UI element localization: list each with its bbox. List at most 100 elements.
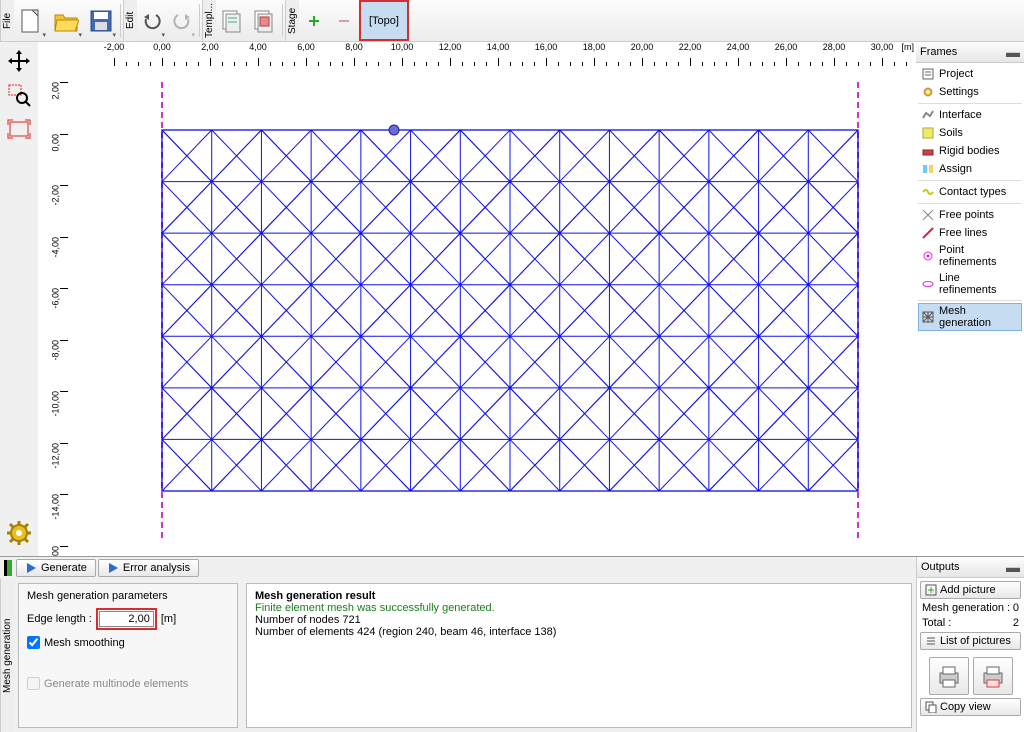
main-toolbar: File ▾ ▾ ▾ Edit ▾ ▾ Templ... Stage [Topo…	[0, 0, 1024, 42]
frames-item[interactable]: Assign	[918, 160, 1022, 178]
frames-panel: Frames ▬ ProjectSettings InterfaceSoilsRi…	[916, 42, 1024, 556]
canvas[interactable]: -2,000,002,004,006,008,0010,0012,0014,00…	[38, 42, 916, 556]
smoothing-checkbox[interactable]: Mesh smoothing	[27, 636, 229, 649]
collapse-frames-icon[interactable]: ▬	[1006, 44, 1020, 60]
params-group: Mesh generation parameters Edge length :…	[18, 583, 238, 728]
outputs-total-label: Total :	[922, 617, 951, 629]
mesh-view	[68, 68, 916, 556]
new-file-button[interactable]: ▾	[14, 0, 48, 41]
generate-button[interactable]: Generate	[16, 559, 96, 577]
add-picture-button[interactable]: Add picture	[920, 581, 1021, 599]
frames-title: Frames	[920, 46, 957, 58]
list-pictures-button[interactable]: List of pictures	[920, 632, 1021, 650]
outputs-header: Outputs ▬	[917, 557, 1024, 578]
remove-stage-button[interactable]	[329, 0, 359, 41]
edge-length-input[interactable]	[99, 611, 154, 627]
frames-item[interactable]: Rigid bodies	[918, 142, 1022, 160]
printer-color-icon	[980, 663, 1006, 689]
result-title: Mesh generation result	[255, 590, 903, 602]
edge-length-unit: [m]	[161, 613, 176, 625]
frames-item[interactable]: Mesh generation	[918, 303, 1022, 331]
lref-icon	[921, 277, 935, 291]
open-file-button[interactable]: ▾	[48, 0, 84, 41]
outputs-mg-value: 0	[1013, 602, 1019, 614]
print-color-button[interactable]	[973, 657, 1013, 695]
result-elements: Number of elements 424 (region 240, beam…	[255, 626, 903, 638]
frames-item[interactable]: Point refinements	[918, 242, 1022, 270]
topo-button[interactable]: [Topo]	[359, 0, 409, 41]
error-analysis-button[interactable]: Error analysis	[98, 559, 199, 577]
bottom-left: Generate Error analysis Mesh generation …	[0, 557, 916, 732]
rigid-icon	[921, 144, 935, 158]
frames-header: Frames ▬	[916, 42, 1024, 63]
ruler-horizontal: -2,000,002,004,006,008,0010,0012,0014,00…	[68, 42, 916, 68]
frames-item[interactable]: Free points	[918, 206, 1022, 224]
save-icon	[89, 9, 113, 33]
result-nodes: Number of nodes 721	[255, 614, 903, 626]
fline-icon	[921, 226, 935, 240]
frames-item[interactable]: Line refinements	[918, 270, 1022, 298]
outputs-total-value: 2	[1013, 617, 1019, 629]
template2-button[interactable]	[248, 0, 280, 41]
settings-tool[interactable]	[4, 518, 34, 548]
outputs-mg-label: Mesh generation :	[922, 602, 1010, 614]
redo-button[interactable]: ▾	[167, 0, 197, 41]
iface-icon	[921, 108, 935, 122]
params-title: Mesh generation parameters	[27, 590, 229, 602]
frames-list: ProjectSettings InterfaceSoilsRigid bodie…	[916, 63, 1024, 556]
template1-button[interactable]	[216, 0, 248, 41]
mesh-icon	[921, 310, 935, 324]
frames-item[interactable]: Soils	[918, 124, 1022, 142]
fit-view-tool[interactable]	[4, 114, 34, 144]
gear-icon	[921, 85, 935, 99]
multinode-checkbox[interactable]: Generate multinode elements	[27, 677, 229, 690]
open-folder-icon	[53, 9, 79, 33]
frames-item[interactable]: Free lines	[918, 224, 1022, 242]
status-flag	[4, 560, 12, 576]
minus-icon	[337, 14, 351, 28]
bottom-area: Generate Error analysis Mesh generation …	[0, 556, 1024, 732]
template-icon	[221, 9, 243, 33]
frames-item[interactable]: Contact types	[918, 183, 1022, 201]
move-icon	[7, 49, 31, 73]
edit-group-label: Edit	[123, 0, 137, 41]
contact-icon	[921, 185, 935, 199]
result-success-text: Finite element mesh was successfully gen…	[255, 602, 903, 614]
play-icon	[107, 562, 119, 574]
fpoint-icon	[921, 208, 935, 222]
add-stage-button[interactable]	[299, 0, 329, 41]
copy-view-button[interactable]: Copy view	[920, 698, 1021, 716]
assign-icon	[921, 162, 935, 176]
new-file-icon	[19, 7, 43, 35]
templ-group-label: Templ...	[202, 0, 216, 41]
undo-icon	[142, 11, 162, 31]
printer-icon	[936, 663, 962, 689]
redo-icon	[172, 11, 192, 31]
undo-button[interactable]: ▾	[137, 0, 167, 41]
picture-plus-icon	[925, 584, 937, 596]
frames-item[interactable]: Project	[918, 65, 1022, 83]
left-toolbar	[0, 42, 38, 556]
fit-icon	[7, 117, 31, 141]
list-icon	[925, 635, 937, 647]
save-button[interactable]: ▾	[84, 0, 118, 41]
result-box: Mesh generation result Finite element me…	[246, 583, 912, 728]
outputs-title: Outputs	[921, 561, 960, 573]
template-icon	[253, 9, 275, 33]
collapse-outputs-icon[interactable]: ▬	[1006, 559, 1020, 575]
copy-icon	[925, 701, 937, 713]
gear-icon	[6, 520, 32, 546]
zoom-select-tool[interactable]	[4, 80, 34, 110]
print-button[interactable]	[929, 657, 969, 695]
pan-tool[interactable]	[4, 46, 34, 76]
file-group-label: File	[0, 0, 14, 41]
frames-item[interactable]: Interface	[918, 106, 1022, 124]
pref-icon	[921, 249, 935, 263]
plus-icon	[307, 14, 321, 28]
list-icon	[921, 67, 935, 81]
stage-group-label: Stage	[285, 0, 299, 41]
outputs-panel: Outputs ▬ Add picture Mesh generation :0…	[916, 557, 1024, 732]
frames-item[interactable]: Settings	[918, 83, 1022, 101]
zoom-rect-icon	[7, 83, 31, 107]
section-label: Mesh generation	[0, 579, 14, 732]
